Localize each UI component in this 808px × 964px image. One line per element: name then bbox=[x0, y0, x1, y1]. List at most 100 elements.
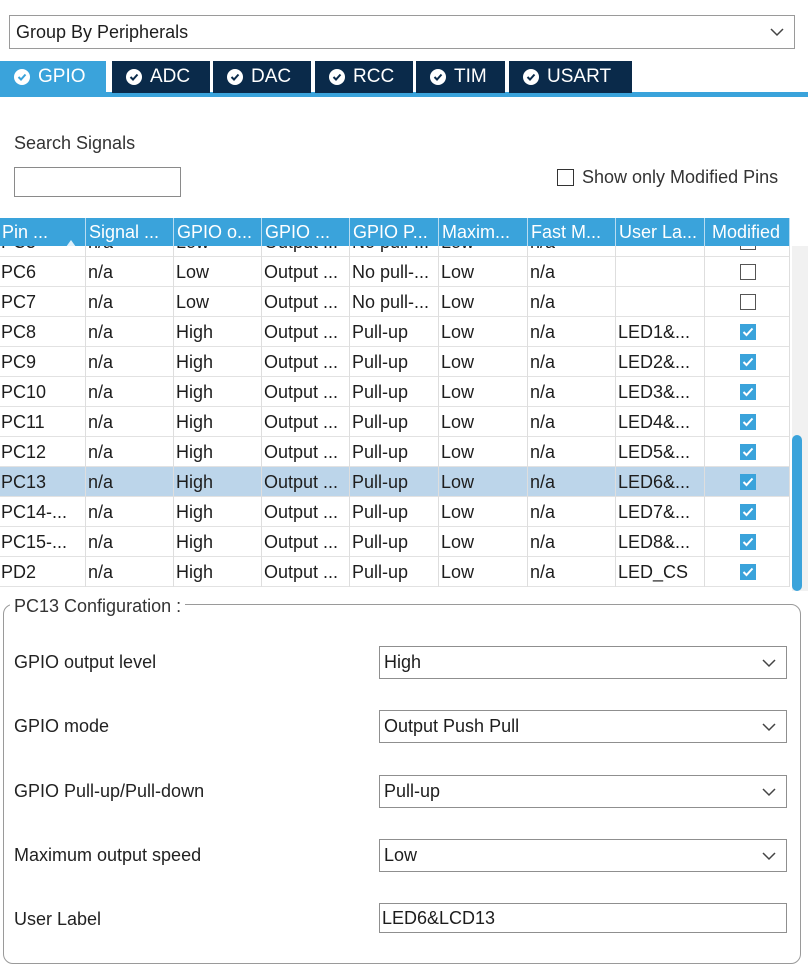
cell-pull: Pull-up bbox=[351, 407, 439, 437]
table-row[interactable]: PC8 n/a High Output ... Pull-up Low n/a LED1&..… bbox=[0, 317, 790, 347]
cell-pin: PC5 bbox=[0, 246, 86, 257]
cell-output-level: High bbox=[175, 347, 262, 377]
cell-signal: n/a bbox=[87, 287, 174, 317]
cell-fast-mode: n/a bbox=[529, 467, 616, 497]
output-level-label: GPIO output level bbox=[14, 652, 157, 672]
cell-speed: Low bbox=[440, 317, 528, 347]
cell-pull: Pull-up bbox=[351, 557, 439, 587]
tab-label: TIM bbox=[454, 66, 487, 87]
gpio-mode-select[interactable]: Output Push Pull bbox=[379, 710, 787, 743]
cell-output-level: High bbox=[175, 437, 262, 467]
max-speed-label: Maximum output speed bbox=[14, 845, 202, 865]
cell-fast-mode: n/a bbox=[529, 287, 616, 317]
cell-signal: n/a bbox=[87, 246, 174, 257]
max-speed-select[interactable]: Low bbox=[379, 839, 787, 872]
column-header-user-label[interactable]: User La... bbox=[617, 218, 705, 246]
cell-modified bbox=[706, 257, 790, 287]
column-header-signal[interactable]: Signal ... bbox=[87, 218, 174, 246]
cell-pull: Pull-up bbox=[351, 467, 439, 497]
cell-pull: Pull-up bbox=[351, 377, 439, 407]
cell-output-level: High bbox=[175, 407, 262, 437]
tab-rcc[interactable]: RCC bbox=[315, 61, 413, 93]
table-row[interactable]: PC14-... n/a High Output ... Pull-up Low n/a LE… bbox=[0, 497, 790, 527]
column-header-gpio-output[interactable]: GPIO o... bbox=[175, 218, 262, 246]
table-scrollbar-thumb[interactable] bbox=[792, 435, 802, 591]
cell-pin: PC11 bbox=[0, 407, 86, 437]
tab-tim[interactable]: TIM bbox=[416, 61, 505, 93]
cell-output-level: High bbox=[175, 467, 262, 497]
cell-speed: Low bbox=[440, 497, 528, 527]
cell-mode: Output ... bbox=[263, 407, 350, 437]
cell-mode: Output ... bbox=[263, 257, 350, 287]
table-row[interactable]: PC13 n/a High Output ... Pull-up Low n/a LED6&.… bbox=[0, 467, 790, 497]
pull-select[interactable]: Pull-up bbox=[379, 775, 787, 808]
cell-fast-mode: n/a bbox=[529, 497, 616, 527]
cell-pull: Pull-up bbox=[351, 437, 439, 467]
column-header-gpio-pull[interactable]: GPIO P... bbox=[351, 218, 439, 246]
checkbox-icon bbox=[740, 294, 756, 310]
cell-user-label bbox=[617, 257, 705, 287]
cell-mode: Output ... bbox=[263, 557, 350, 587]
cell-fast-mode: n/a bbox=[529, 437, 616, 467]
group-by-dropdown[interactable]: Group By Peripherals bbox=[9, 15, 795, 49]
cell-output-level: Low bbox=[175, 287, 262, 317]
column-header-pin[interactable]: Pin ... bbox=[0, 218, 86, 246]
cell-user-label bbox=[617, 246, 705, 257]
table-row[interactable]: PC10 n/a High Output ... Pull-up Low n/a LED3&.… bbox=[0, 377, 790, 407]
tab-usart[interactable]: USART bbox=[509, 61, 632, 93]
peripheral-tabs: GPIO ADC DAC RCC TIM USART bbox=[0, 61, 808, 97]
configuration-title: PC13 Configuration : bbox=[10, 596, 186, 617]
cell-mode: Output ... bbox=[263, 527, 350, 557]
cell-fast-mode: n/a bbox=[529, 557, 616, 587]
cell-pull: No pull-... bbox=[351, 246, 439, 257]
column-header-max-speed[interactable]: Maxim... bbox=[440, 218, 528, 246]
cell-modified bbox=[706, 347, 790, 377]
checkbox-checked-icon bbox=[740, 414, 756, 430]
cell-mode: Output ... bbox=[263, 317, 350, 347]
cell-output-level: High bbox=[175, 497, 262, 527]
show-modified-checkbox[interactable]: Show only Modified Pins bbox=[557, 167, 778, 188]
cell-mode: Output ... bbox=[263, 377, 350, 407]
column-header-gpio-mode[interactable]: GPIO ... bbox=[263, 218, 350, 246]
cell-speed: Low bbox=[440, 467, 528, 497]
table-row[interactable]: PC9 n/a High Output ... Pull-up Low n/a LED2&..… bbox=[0, 347, 790, 377]
cell-modified bbox=[706, 437, 790, 467]
column-header-modified[interactable]: Modified bbox=[706, 218, 790, 246]
cell-fast-mode: n/a bbox=[529, 527, 616, 557]
cell-pull: Pull-up bbox=[351, 497, 439, 527]
table-row[interactable]: PC5n/aLowOutput ...No pull-...Lown/a bbox=[0, 246, 790, 257]
sort-ascending-icon bbox=[66, 227, 76, 246]
table-row[interactable]: PC7 n/a Low Output ... No pull-... Low n/a bbox=[0, 287, 790, 317]
cell-mode: Output ... bbox=[263, 347, 350, 377]
cell-user-label: LED6&... bbox=[617, 467, 705, 497]
cell-signal: n/a bbox=[87, 347, 174, 377]
cell-output-level: High bbox=[175, 317, 262, 347]
checkbox-icon bbox=[740, 246, 756, 250]
table-row[interactable]: PC15-... n/a High Output ... Pull-up Low n/a LE… bbox=[0, 527, 790, 557]
tab-adc[interactable]: ADC bbox=[112, 61, 210, 93]
cell-modified bbox=[706, 527, 790, 557]
cell-mode: Output ... bbox=[263, 246, 350, 257]
table-row[interactable]: PC6 n/a Low Output ... No pull-... Low n/a bbox=[0, 257, 790, 287]
cell-speed: Low bbox=[440, 377, 528, 407]
gpio-mode-label: GPIO mode bbox=[14, 716, 110, 736]
cell-user-label: LED2&... bbox=[617, 347, 705, 377]
output-level-select[interactable]: High bbox=[379, 646, 787, 679]
cell-user-label: LED7&... bbox=[617, 497, 705, 527]
table-row[interactable]: PC12 n/a High Output ... Pull-up Low n/a LED5&.… bbox=[0, 437, 790, 467]
cell-speed: Low bbox=[440, 246, 528, 257]
cell-speed: Low bbox=[440, 557, 528, 587]
check-circle-icon bbox=[523, 69, 539, 85]
cell-pull: Pull-up bbox=[351, 347, 439, 377]
table-row[interactable]: PC11 n/a High Output ... Pull-up Low n/a LED4&.… bbox=[0, 407, 790, 437]
search-signals-input[interactable] bbox=[14, 167, 181, 197]
table-row[interactable]: PD2 n/a High Output ... Pull-up Low n/a LED_CS bbox=[0, 557, 790, 587]
cell-fast-mode: n/a bbox=[529, 377, 616, 407]
tab-dac[interactable]: DAC bbox=[213, 61, 311, 93]
cell-mode: Output ... bbox=[263, 497, 350, 527]
tab-label: ADC bbox=[150, 66, 191, 87]
user-label-input[interactable]: LED6&LCD13 bbox=[379, 903, 787, 933]
cell-pin: PC14-... bbox=[0, 497, 86, 527]
tab-gpio[interactable]: GPIO bbox=[0, 61, 106, 93]
column-header-fast-mode[interactable]: Fast M... bbox=[529, 218, 616, 246]
